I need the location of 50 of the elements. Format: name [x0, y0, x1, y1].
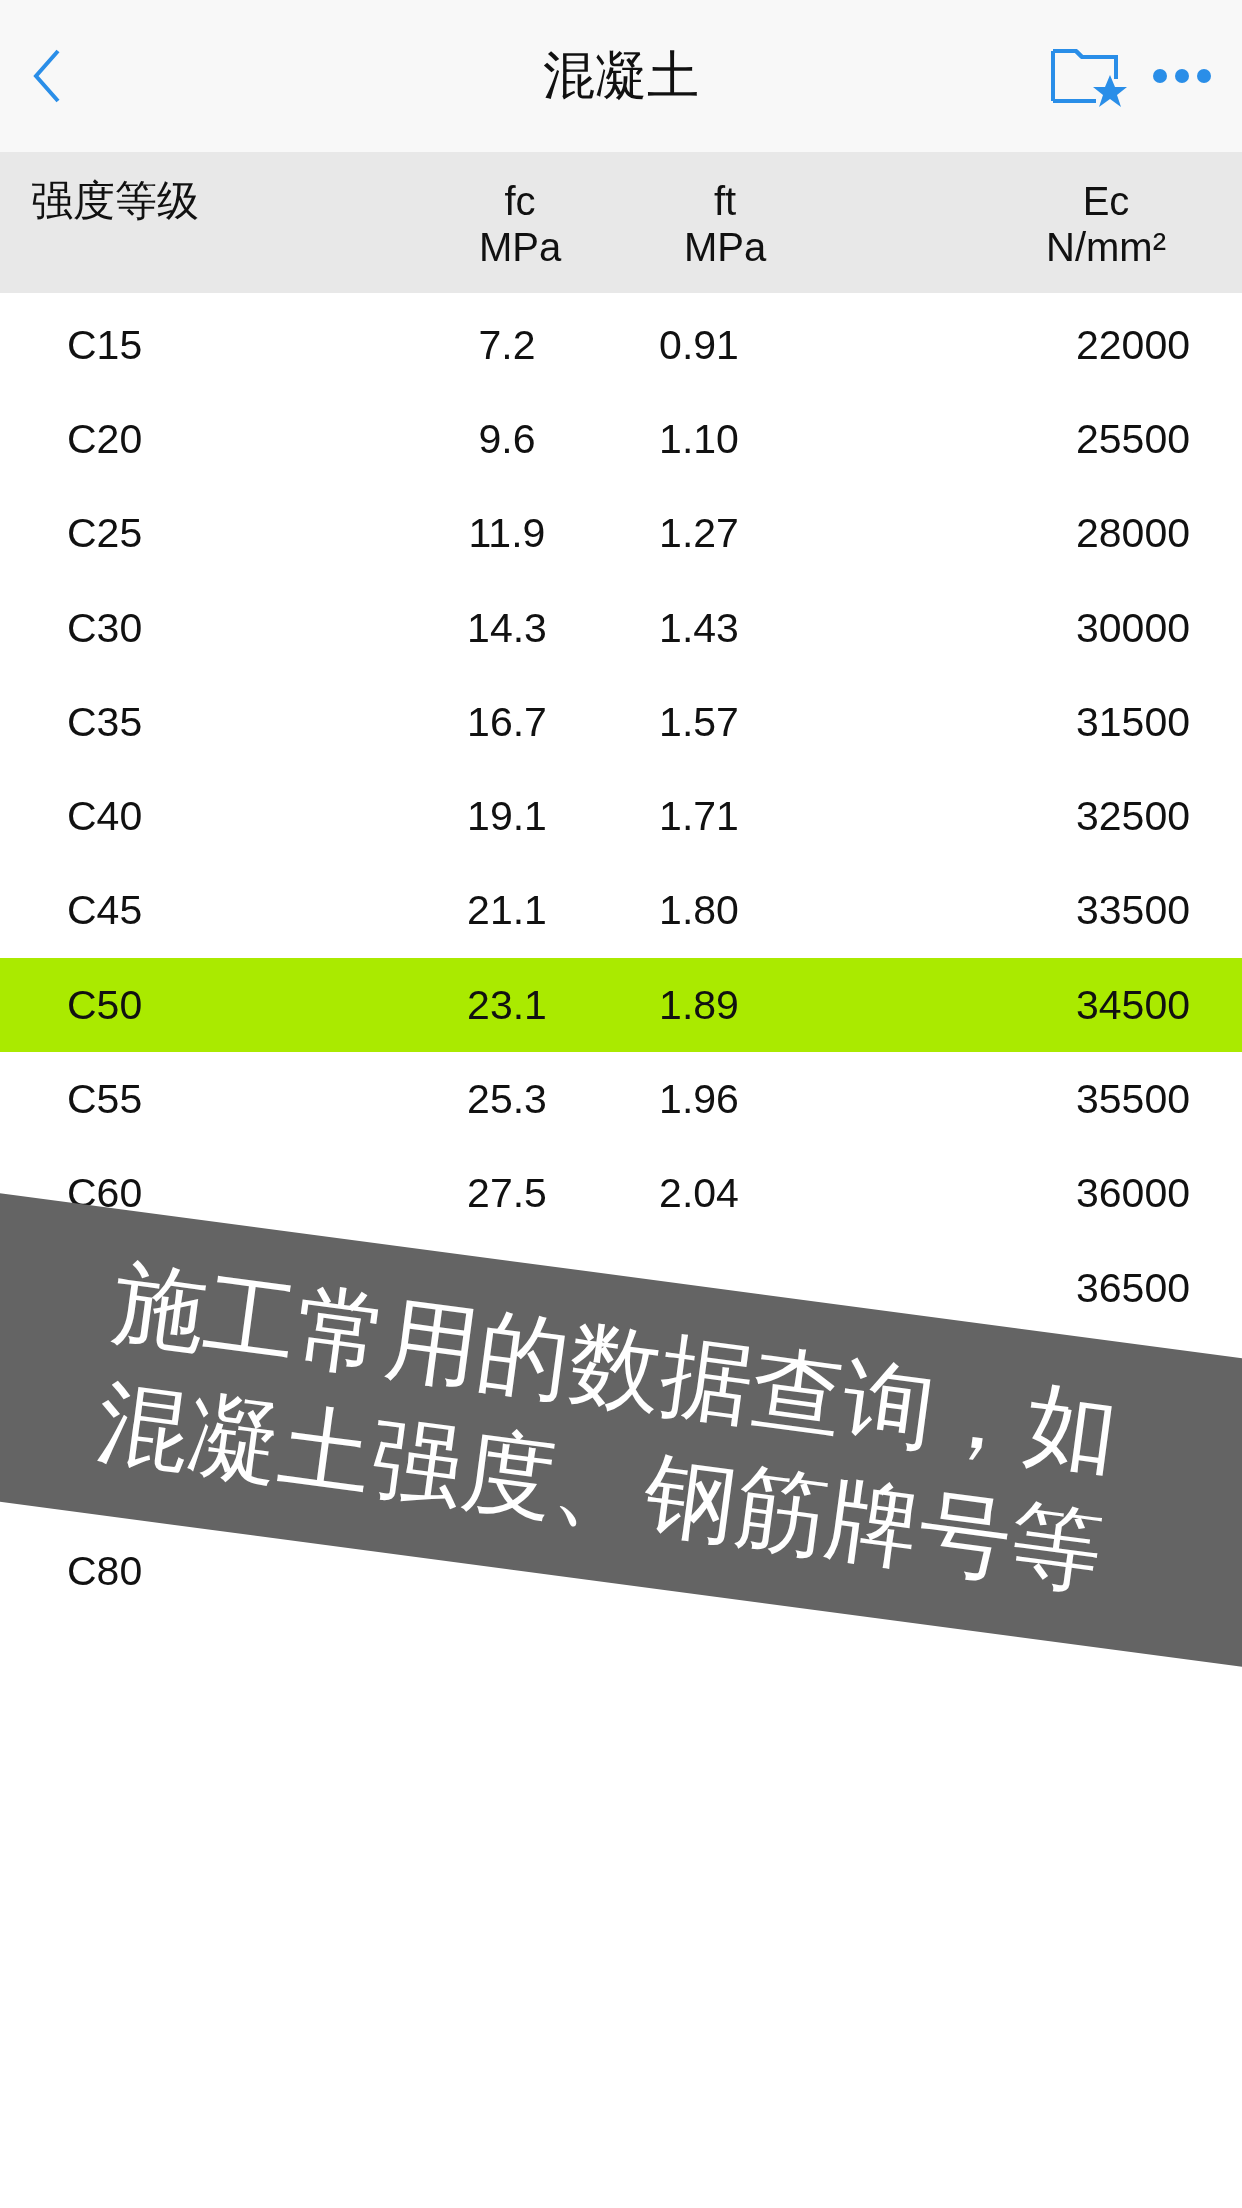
- table-cell: C50: [67, 981, 143, 1028]
- table-cell: 35500: [1076, 1076, 1190, 1122]
- table-cell: 21.1: [467, 887, 547, 934]
- column-header: Ec N/mm²: [1045, 178, 1167, 271]
- table-cell: 28000: [1076, 510, 1190, 557]
- table-cell: 27.5: [467, 1170, 547, 1217]
- table-cell: 19.1: [467, 793, 547, 840]
- table-cell: C25: [67, 510, 143, 557]
- column-header: 强度等级: [30, 178, 200, 227]
- table-cell: 0.91: [659, 321, 739, 368]
- table-cell: 7.2: [478, 321, 536, 368]
- table-cell: 9.6: [478, 415, 536, 462]
- table-cell: 16.7: [467, 698, 547, 745]
- table-cell: 2.04: [659, 1170, 739, 1217]
- table-cell: 22000: [1076, 321, 1190, 368]
- table-cell: 1.10: [659, 415, 739, 462]
- column-header: ft MPa: [682, 178, 768, 271]
- table-cell: 32500: [1076, 793, 1190, 840]
- page-title: 混凝土: [543, 44, 699, 107]
- table-cell: C80: [67, 1547, 143, 1594]
- table-cell: C60: [67, 1170, 143, 1217]
- back-icon[interactable]: [32, 48, 62, 104]
- table-cell: 23.1: [467, 981, 547, 1028]
- table-cell: C45: [67, 887, 143, 934]
- table-cell: C35: [67, 698, 143, 745]
- table-cell: C55: [67, 1076, 143, 1122]
- table-cell: 34500: [1076, 981, 1190, 1028]
- table-cell: 25500: [1076, 415, 1190, 462]
- table-cell: 31500: [1076, 698, 1190, 745]
- table-cell: 30000: [1076, 604, 1190, 651]
- table-cell: 11.9: [468, 510, 546, 557]
- table-cell: C15: [67, 321, 143, 368]
- table-cell: C30: [67, 604, 143, 651]
- table-cell: C40: [67, 793, 143, 840]
- table-cell: 14.3: [467, 604, 547, 651]
- table-cell: 1.96: [659, 1076, 739, 1122]
- table-cell: 33500: [1076, 887, 1190, 934]
- table-cell: 1.71: [659, 793, 739, 840]
- table-cell: 25.3: [467, 1076, 547, 1122]
- table-cell: 36500: [1076, 1264, 1190, 1311]
- column-header: fc MPa: [477, 178, 563, 271]
- table-cell: C20: [67, 415, 143, 462]
- table-cell: 1.43: [659, 604, 739, 651]
- more-icon[interactable]: [1152, 68, 1212, 84]
- table-cell: 1.80: [659, 887, 739, 934]
- table-cell: 36000: [1076, 1170, 1190, 1217]
- table-cell: 1.27: [659, 510, 739, 557]
- selected-row[interactable]: C50 23.1 1.89 34500: [0, 958, 1242, 1053]
- table-cell: 1.57: [659, 698, 739, 745]
- table-cell: 1.89: [659, 981, 739, 1028]
